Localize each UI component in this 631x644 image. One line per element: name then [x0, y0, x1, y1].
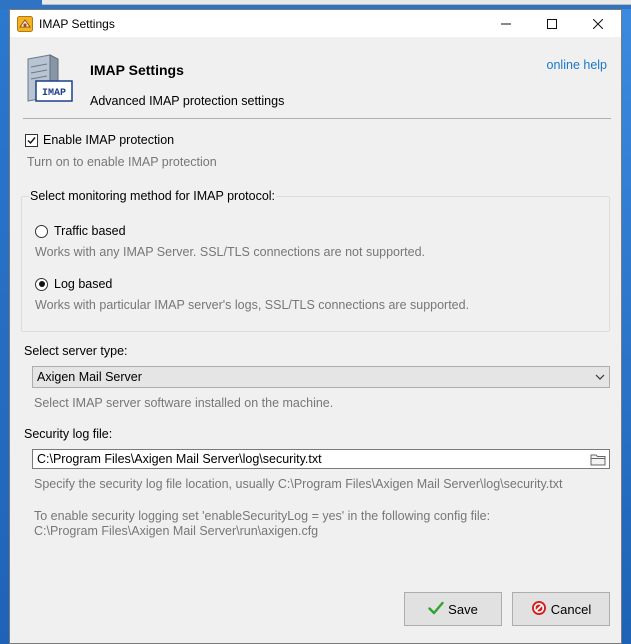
monitoring-method-group-label: Select monitoring method for IMAP protoc…	[29, 189, 277, 203]
enable-imap-protection-hint: Turn on to enable IMAP protection	[27, 155, 217, 169]
cancel-button[interactable]: Cancel	[512, 592, 610, 626]
title-bar[interactable]: IMAP Settings	[10, 10, 621, 37]
radio-circle-selected[interactable]	[35, 277, 48, 291]
server-type-hint: Select IMAP server software installed on…	[34, 396, 334, 410]
page-subtitle: Advanced IMAP protection settings	[90, 94, 285, 108]
imap-icon-label: IMAP	[42, 88, 66, 99]
page-title: IMAP Settings	[90, 62, 184, 78]
desktop-background-left	[0, 9, 9, 644]
security-log-file-hint: Specify the security log file location, …	[34, 477, 563, 491]
enable-imap-protection-label: Enable IMAP protection	[43, 133, 175, 147]
dialog-header: IMAP IMAP Settings Advanced IMAP protect…	[10, 37, 621, 125]
security-log-file-input[interactable]: C:\Program Files\Axigen Mail Server\log\…	[32, 449, 610, 469]
checkbox-box[interactable]	[25, 133, 38, 147]
window-title: IMAP Settings	[39, 16, 115, 31]
online-help-link[interactable]: online help	[547, 58, 607, 72]
app-icon	[17, 15, 33, 32]
security-log-note-line1: To enable security logging set 'enableSe…	[34, 509, 491, 523]
radio-circle[interactable]	[35, 224, 48, 238]
close-button[interactable]	[575, 10, 621, 37]
checkmark-icon	[428, 601, 444, 618]
log-based-hint: Works with particular IMAP server's logs…	[35, 298, 470, 312]
chevron-down-icon[interactable]	[591, 372, 609, 383]
cancel-icon	[531, 600, 547, 619]
background-window-edge	[42, 0, 631, 5]
imap-settings-dialog: IMAP Settings IMAP IMAP Settings Advance…	[9, 9, 622, 644]
security-log-file-label: Security log file:	[24, 427, 113, 441]
save-button-label: Save	[448, 601, 478, 617]
server-type-value: Axigen Mail Server	[37, 370, 142, 384]
traffic-based-hint: Works with any IMAP Server. SSL/TLS conn…	[35, 245, 426, 259]
server-type-label: Select server type:	[24, 344, 128, 358]
log-based-radio[interactable]: Log based	[35, 277, 112, 291]
traffic-based-label: Traffic based	[54, 224, 126, 238]
save-button[interactable]: Save	[404, 592, 502, 626]
minimize-button[interactable]	[483, 10, 529, 37]
server-type-select[interactable]: Axigen Mail Server	[32, 366, 610, 388]
security-log-file-value: C:\Program Files\Axigen Mail Server\log\…	[37, 452, 322, 466]
header-divider	[23, 118, 611, 119]
traffic-based-radio[interactable]: Traffic based	[35, 224, 126, 238]
enable-imap-protection-checkbox[interactable]: Enable IMAP protection	[25, 133, 174, 147]
security-log-note-line2: C:\Program Files\Axigen Mail Server\run\…	[34, 524, 319, 538]
maximize-button[interactable]	[529, 10, 575, 37]
log-based-label: Log based	[54, 277, 113, 291]
imap-server-icon: IMAP	[22, 53, 74, 105]
folder-browse-icon[interactable]	[587, 450, 609, 468]
desktop-background-right	[622, 9, 631, 644]
cancel-button-label: Cancel	[550, 601, 592, 617]
